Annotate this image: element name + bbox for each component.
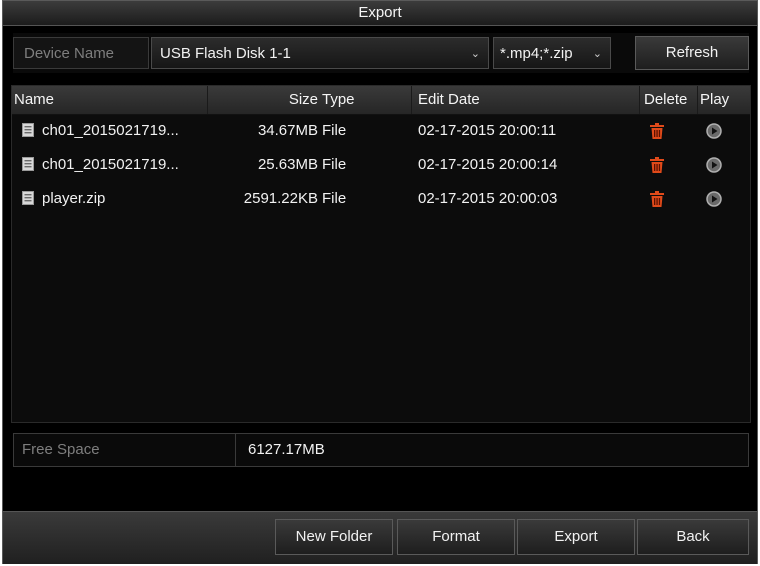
file-type-filter-select[interactable]: *.mp4;*.zip ⌄ xyxy=(493,37,611,69)
file-icon xyxy=(22,157,34,171)
delete-button[interactable] xyxy=(650,114,670,148)
file-name: ch01_2015021719... xyxy=(42,122,179,139)
play-button[interactable] xyxy=(706,114,726,148)
play-button[interactable] xyxy=(706,182,726,216)
new-folder-button[interactable]: New Folder xyxy=(275,519,393,555)
file-name: player.zip xyxy=(42,190,106,207)
column-header-play: Play xyxy=(700,91,730,108)
file-edit-date: 02-17-2015 20:00:03 xyxy=(418,190,558,207)
file-icon xyxy=(22,191,34,205)
file-table: Name Size Type Edit Date Delete Play ch0… xyxy=(11,85,751,423)
device-select-value: USB Flash Disk 1-1 xyxy=(160,45,291,62)
table-row[interactable]: player.zip 2591.22KB File 02-17-2015 20:… xyxy=(12,182,750,216)
refresh-button[interactable]: Refresh xyxy=(635,36,749,70)
file-icon xyxy=(22,123,34,137)
file-type: File xyxy=(322,156,347,173)
file-name: ch01_2015021719... xyxy=(42,156,179,173)
dialog-title: Export xyxy=(3,1,757,26)
play-button[interactable] xyxy=(706,148,726,182)
file-size: 2591.22KB xyxy=(243,190,318,207)
export-dialog: Export Device Name USB Flash Disk 1-1 ⌄ … xyxy=(2,0,758,564)
trash-icon xyxy=(650,191,664,207)
free-space-label: Free Space xyxy=(14,434,236,466)
format-button[interactable]: Format xyxy=(397,519,515,555)
file-edit-date: 02-17-2015 20:00:14 xyxy=(418,156,558,173)
device-select[interactable]: USB Flash Disk 1-1 ⌄ xyxy=(151,37,489,69)
table-row[interactable]: ch01_2015021719... 25.63MB File 02-17-20… xyxy=(12,148,750,182)
back-button[interactable]: Back xyxy=(637,519,749,555)
chevron-down-icon: ⌄ xyxy=(470,48,480,60)
export-button[interactable]: Export xyxy=(517,519,635,555)
table-row[interactable]: ch01_2015021719... 34.67MB File 02-17-20… xyxy=(12,114,750,148)
file-type-filter-value: *.mp4;*.zip xyxy=(500,45,573,62)
file-type: File xyxy=(322,190,347,207)
file-size: 25.63MB xyxy=(257,156,318,173)
column-header-delete: Delete xyxy=(640,86,698,114)
file-edit-date: 02-17-2015 20:00:11 xyxy=(418,122,557,139)
free-space-value: 6127.17MB xyxy=(248,441,325,458)
column-header-size[interactable]: Size xyxy=(208,86,320,114)
device-name-label: Device Name xyxy=(13,37,149,69)
table-header: Name Size Type Edit Date Delete Play xyxy=(12,86,750,115)
file-type: File xyxy=(322,122,347,139)
delete-button[interactable] xyxy=(650,182,670,216)
chevron-down-icon: ⌄ xyxy=(592,48,602,60)
free-space-bar: Free Space 6127.17MB xyxy=(13,433,749,467)
action-bar: New Folder Format Export Back xyxy=(3,511,757,564)
column-header-type[interactable]: Type xyxy=(320,86,412,114)
trash-icon xyxy=(650,157,664,173)
play-icon xyxy=(706,191,722,207)
column-header-edit-date[interactable]: Edit Date xyxy=(412,86,640,114)
play-icon xyxy=(706,123,722,139)
play-icon xyxy=(706,157,722,173)
delete-button[interactable] xyxy=(650,148,670,182)
device-bar: Device Name USB Flash Disk 1-1 ⌄ *.mp4;*… xyxy=(13,33,749,73)
trash-icon xyxy=(650,123,664,139)
file-size: 34.67MB xyxy=(257,122,318,139)
column-header-name[interactable]: Name xyxy=(12,86,208,114)
